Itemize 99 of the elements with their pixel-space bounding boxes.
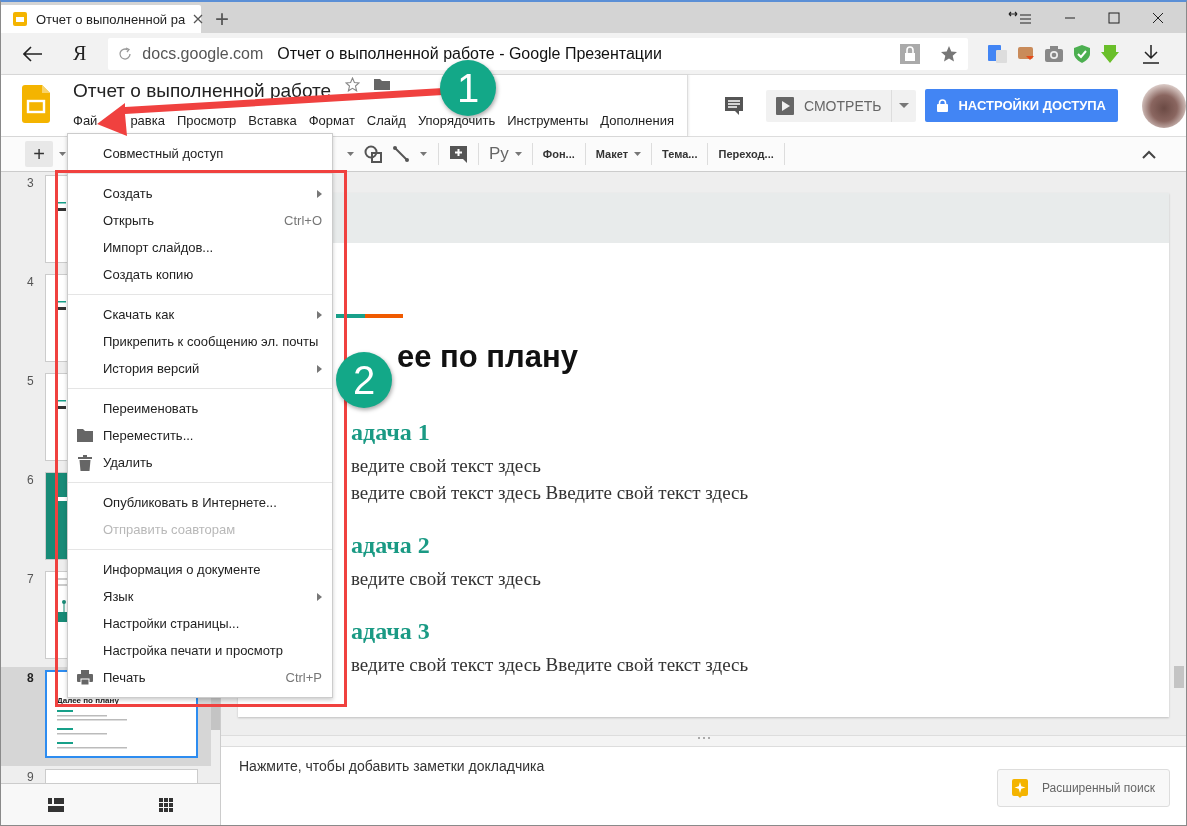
comments-icon[interactable] bbox=[724, 95, 744, 116]
star-icon[interactable] bbox=[345, 77, 361, 92]
slide-preview-drawing bbox=[56, 202, 66, 211]
slide-number: 9 bbox=[26, 769, 35, 783]
slide-preview-drawing bbox=[56, 400, 66, 409]
body-text: ведите свой текст здесь bbox=[351, 454, 541, 478]
option-label: Язык bbox=[103, 589, 135, 604]
download-icon[interactable] bbox=[1142, 43, 1161, 64]
new-tab-button[interactable]: + bbox=[209, 5, 235, 33]
browser-tab[interactable]: Отчет о выполненной ра bbox=[1, 5, 201, 33]
slide-preview-drawing bbox=[56, 301, 66, 310]
speaker-notes-field[interactable]: Нажмите, чтобы добавить заметки докладчика bbox=[239, 758, 639, 774]
menu-item[interactable]: Инструменты bbox=[502, 114, 594, 128]
toolbar-button[interactable]: Тема... bbox=[658, 148, 702, 160]
task-heading: адача 3 bbox=[351, 617, 430, 646]
option-label: Печать bbox=[103, 670, 147, 685]
scrollbar-thumb[interactable] bbox=[1174, 666, 1184, 688]
folder-icon[interactable] bbox=[374, 78, 391, 90]
grid-view-icon[interactable] bbox=[158, 797, 173, 812]
menu-item[interactable]: Упорядочить bbox=[412, 114, 501, 128]
star-icon[interactable] bbox=[940, 44, 959, 63]
slides-icon bbox=[12, 11, 28, 27]
camera-icon[interactable] bbox=[1044, 43, 1065, 64]
slide-preview-drawing bbox=[57, 710, 127, 750]
caret-icon[interactable] bbox=[347, 152, 354, 156]
option-label: Открыть bbox=[103, 213, 156, 228]
menu-item[interactable]: равка bbox=[125, 114, 170, 128]
caret-icon[interactable] bbox=[59, 152, 66, 156]
caret-icon bbox=[899, 103, 910, 108]
accent-line bbox=[336, 314, 403, 318]
explore-icon bbox=[1012, 778, 1028, 798]
option-label: Переместить... bbox=[103, 428, 195, 443]
menu-item[interactable]: Формат bbox=[303, 114, 360, 128]
lock-icon[interactable] bbox=[900, 43, 921, 64]
toolbar-button[interactable]: Макет bbox=[591, 148, 646, 160]
slide-title: ее по плану bbox=[397, 338, 578, 376]
shapes-icon[interactable] bbox=[364, 145, 382, 163]
tab-menu-icon[interactable] bbox=[1008, 10, 1032, 25]
menu-item[interactable]: Вставка bbox=[243, 114, 302, 128]
reload-icon[interactable] bbox=[118, 46, 133, 61]
printer-icon bbox=[77, 670, 93, 686]
close-icon[interactable] bbox=[1152, 11, 1164, 24]
caret-icon[interactable] bbox=[420, 152, 427, 156]
caret-icon bbox=[514, 152, 522, 156]
input-tools-button[interactable]: Ру bbox=[485, 144, 526, 164]
resize-handle-icon[interactable] bbox=[697, 736, 710, 740]
option-label: Переименовать bbox=[103, 401, 200, 416]
option-label: Совместный доступ bbox=[103, 146, 225, 161]
menu-item[interactable]: Фай bbox=[68, 114, 103, 128]
add-comment-icon[interactable] bbox=[450, 145, 467, 163]
translate-icon[interactable] bbox=[988, 43, 1009, 64]
explore-button[interactable]: Расширенный поиск bbox=[997, 769, 1170, 807]
toolbar-button[interactable]: Переход... bbox=[714, 148, 778, 160]
body-text: ведите свой текст здесь Введите свой текст здесь bbox=[351, 653, 749, 677]
slide-number: 6 bbox=[26, 472, 35, 489]
body-text: ведите свой текст здесь bbox=[351, 567, 541, 591]
menu-item[interactable]: Просмотр bbox=[171, 114, 242, 128]
body-text: ведите свой текст здесь Введите свой текст здесь bbox=[351, 481, 749, 505]
slide-number: 5 bbox=[26, 373, 35, 390]
trash-icon bbox=[77, 455, 93, 471]
lock-icon bbox=[937, 99, 949, 112]
menu-option[interactable]: Совместный доступ bbox=[68, 140, 332, 167]
task-heading: адача 2 bbox=[351, 531, 430, 560]
slide-number: 7 bbox=[26, 571, 35, 588]
line-icon[interactable] bbox=[392, 145, 410, 163]
new-slide-button[interactable]: + bbox=[25, 141, 53, 167]
option-label: История версий bbox=[103, 361, 201, 376]
shortcut-text: Ctrl+P bbox=[285, 670, 322, 685]
task-heading: адача 1 bbox=[351, 418, 430, 447]
toolbar-button[interactable]: Фон... bbox=[538, 148, 579, 160]
slide-number: 8 bbox=[26, 670, 35, 687]
option-label: Скачать как bbox=[103, 307, 176, 322]
slide-row[interactable]: 9 bbox=[1, 766, 211, 783]
option-label: Удалить bbox=[103, 455, 154, 470]
option-label: Отправить соавторам bbox=[103, 522, 237, 537]
address-bar[interactable]: docs.google.com Отчет о выполненной работе - Google Презентации bbox=[108, 37, 969, 70]
url-host: docs.google.com bbox=[142, 44, 264, 63]
slide-number: 3 bbox=[26, 175, 35, 192]
close-icon[interactable] bbox=[193, 14, 204, 24]
option-label: Настройки страницы... bbox=[103, 616, 241, 631]
shield-icon[interactable] bbox=[1072, 43, 1093, 64]
page-title: Отчет о выполненной работе - Google Презентации bbox=[277, 44, 663, 63]
folder-icon bbox=[77, 428, 93, 444]
menu-item[interactable]: Слайд bbox=[361, 114, 411, 128]
browser-logo[interactable]: Я bbox=[73, 42, 87, 65]
list-view-icon[interactable] bbox=[48, 797, 65, 812]
avatar[interactable] bbox=[1142, 83, 1186, 128]
option-label: Импорт слайдов... bbox=[103, 240, 215, 255]
back-icon[interactable] bbox=[23, 45, 43, 62]
option-label: Создать bbox=[103, 186, 154, 201]
slide-number: 4 bbox=[26, 274, 35, 291]
menu-item[interactable]: Дополнения bbox=[595, 114, 679, 128]
option-label: Создать копию bbox=[103, 267, 195, 282]
collapse-icon[interactable] bbox=[1142, 149, 1156, 159]
play-icon bbox=[776, 96, 794, 115]
maximize-icon[interactable] bbox=[1108, 11, 1120, 24]
shortcut-text: Ctrl+O bbox=[284, 213, 322, 228]
tab-title: Отчет о выполненной ра bbox=[36, 11, 186, 27]
share-button[interactable]: НАСТРОЙКИ ДОСТУПА bbox=[925, 89, 1118, 122]
